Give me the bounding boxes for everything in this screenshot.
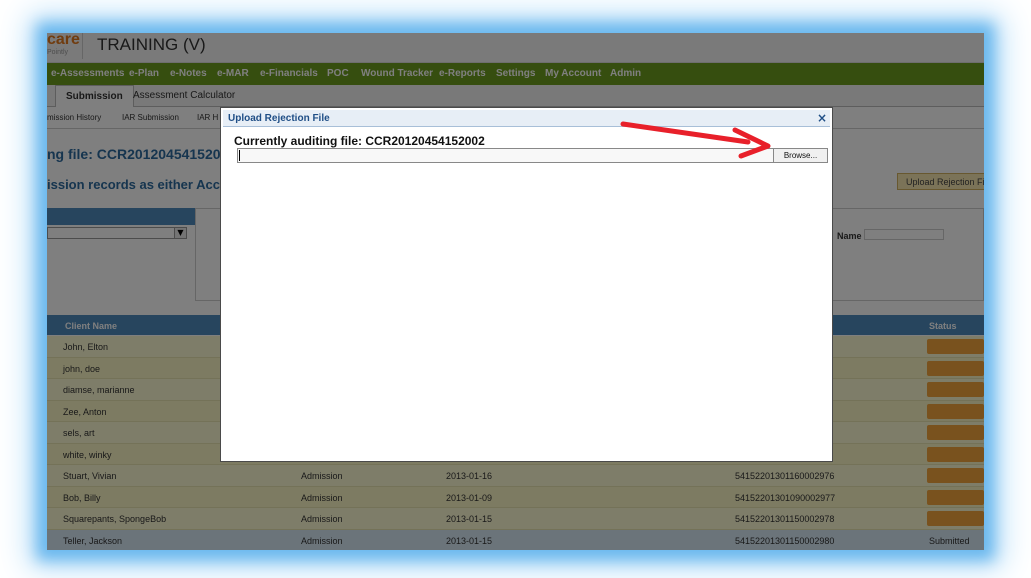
dialog-titlebar[interactable]: Upload Rejection File × [223,110,830,127]
dialog-title: Upload Rejection File [228,113,330,124]
close-icon[interactable]: × [817,111,827,125]
auditing-file-label: Currently auditing file: CCR201204541520… [234,134,485,148]
file-path-input[interactable] [237,148,775,163]
text-caret [239,150,240,161]
upload-rejection-file-dialog: Upload Rejection File × Currently auditi… [220,107,833,462]
app-window: care Pointly TRAINING (V) e-Assessments … [47,33,984,550]
screenshot-frame: care Pointly TRAINING (V) e-Assessments … [47,33,984,550]
browse-button[interactable]: Browse... [773,148,828,163]
